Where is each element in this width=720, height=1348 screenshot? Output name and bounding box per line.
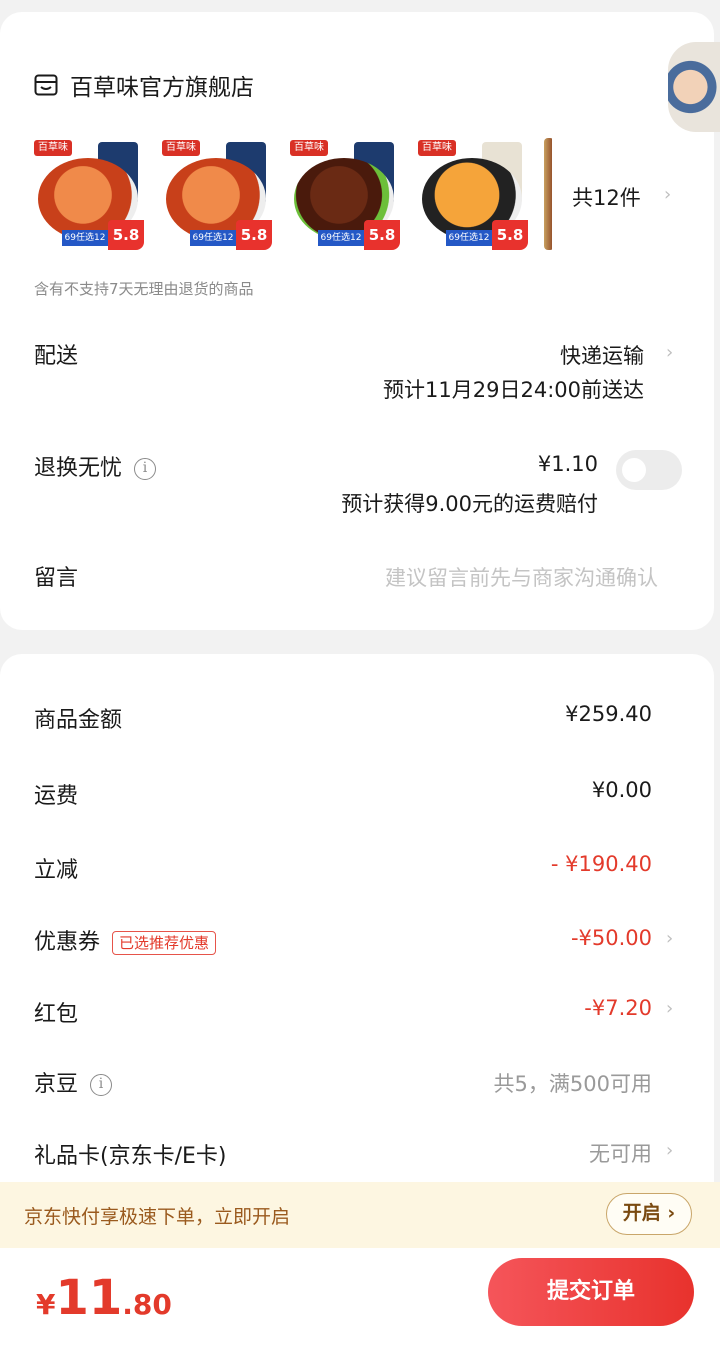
jingdou-label: 京豆: [34, 1072, 79, 1097]
item-count[interactable]: 共12件: [572, 182, 641, 212]
coupon-label-row[interactable]: 优惠券 已选推荐优惠: [34, 924, 217, 956]
product-thumbnail[interactable]: 百草味 69任选12件 5.8: [288, 138, 400, 250]
product-thumbnail[interactable]: 百草味 69任选12件 5.8: [416, 138, 528, 250]
jingdou-label-row: 京豆 i: [34, 1066, 113, 1098]
total-integer: 11: [55, 1270, 123, 1326]
jingdou-value: 共5，满500可用: [493, 1072, 652, 1096]
exchange-label: 退换无忧: [34, 456, 123, 481]
total-currency: ¥: [36, 1288, 56, 1321]
checkout-bar: ¥11.80 提交订单: [0, 1248, 720, 1348]
product-thumbnails[interactable]: 百草味 69任选12件 5.8 百草味 69任选12件 5.8 百草味 69任选…: [32, 138, 552, 250]
coupon-badge: 已选推荐优惠: [112, 931, 217, 955]
toggle-knob: [622, 458, 646, 482]
delivery-label: 配送: [34, 344, 79, 369]
exchange-note: 预计获得9.00元的运费赔付: [341, 492, 598, 516]
chevron-right-icon[interactable]: ›: [664, 184, 671, 205]
delivery-method[interactable]: 快递运输: [560, 340, 644, 370]
product-thumbnail-partial[interactable]: [544, 138, 552, 250]
exchange-label-row: 退换无忧 i: [34, 450, 157, 482]
submit-order-button[interactable]: 提交订单: [488, 1258, 694, 1326]
chevron-right-icon[interactable]: ›: [666, 928, 673, 949]
floating-avatar[interactable]: [668, 42, 720, 132]
total-decimal: .80: [122, 1288, 172, 1321]
return-policy-note: 含有不支持7天无理由退货的商品: [34, 280, 254, 298]
chevron-right-icon[interactable]: ›: [666, 342, 673, 363]
store-icon: [34, 74, 58, 96]
shipping-label: 运费: [34, 784, 79, 809]
product-thumbnail[interactable]: 百草味 69任选12件 5.8: [160, 138, 272, 250]
discount-value: - ¥190.40: [550, 852, 652, 876]
discount-label: 立减: [34, 858, 79, 883]
price-summary-card: 商品金额 ¥259.40 运费 ¥0.00 立减 - ¥190.40 优惠券 已选…: [0, 654, 714, 1214]
giftcard-value[interactable]: 无可用: [589, 1138, 652, 1168]
delivery-eta: 预计11月29日24:00前送达: [383, 378, 644, 402]
fastpay-banner[interactable]: 京东快付享极速下单，立即开启 开启 ›: [0, 1182, 720, 1248]
message-label: 留言: [34, 566, 79, 591]
giftcard-label: 礼品卡(京东卡/E卡): [34, 1144, 227, 1169]
exchange-toggle[interactable]: [616, 450, 682, 490]
coupon-label: 优惠券: [34, 930, 101, 955]
chevron-right-icon[interactable]: ›: [666, 998, 673, 1019]
price-tag: 5.8: [364, 220, 400, 250]
promo-tag: 69任选12件: [446, 230, 492, 250]
info-icon[interactable]: i: [90, 1074, 113, 1096]
total-price: ¥11.80: [36, 1270, 172, 1326]
redpacket-label: 红包: [34, 1002, 79, 1027]
brand-tag: 百草味: [290, 140, 328, 156]
shipping-value: ¥0.00: [591, 778, 652, 802]
price-tag: 5.8: [492, 220, 528, 250]
exchange-price: ¥1.10: [537, 452, 598, 476]
product-thumbnail[interactable]: 百草味 69任选12件 5.8: [32, 138, 144, 250]
redpacket-value[interactable]: -¥7.20: [584, 996, 652, 1020]
promo-tag: 69任选12件: [190, 230, 236, 250]
chevron-right-icon[interactable]: ›: [666, 1140, 673, 1161]
promo-tag: 69任选12件: [318, 230, 364, 250]
fastpay-enable-button[interactable]: 开启 ›: [606, 1193, 692, 1235]
order-card: 百草味官方旗舰店 百草味 69任选12件 5.8 百草味 69任选12件 5.8…: [0, 12, 714, 630]
price-tag: 5.8: [108, 220, 144, 250]
fastpay-text: 京东快付享极速下单，立即开启: [24, 1206, 291, 1228]
promo-tag: 69任选12件: [62, 230, 108, 250]
coupon-value[interactable]: -¥50.00: [571, 926, 652, 950]
store-header[interactable]: 百草味官方旗舰店: [34, 68, 254, 102]
brand-tag: 百草味: [34, 140, 72, 156]
fastpay-button-label: 开启: [622, 1202, 661, 1224]
store-name: 百草味官方旗舰店: [70, 75, 254, 101]
brand-tag: 百草味: [418, 140, 456, 156]
price-tag: 5.8: [236, 220, 272, 250]
brand-tag: 百草味: [162, 140, 200, 156]
goods-amount-value: ¥259.40: [565, 702, 652, 726]
info-icon[interactable]: i: [134, 458, 157, 480]
message-input[interactable]: 建议留言前先与商家沟通确认: [385, 562, 658, 592]
goods-amount-label: 商品金额: [34, 708, 123, 733]
